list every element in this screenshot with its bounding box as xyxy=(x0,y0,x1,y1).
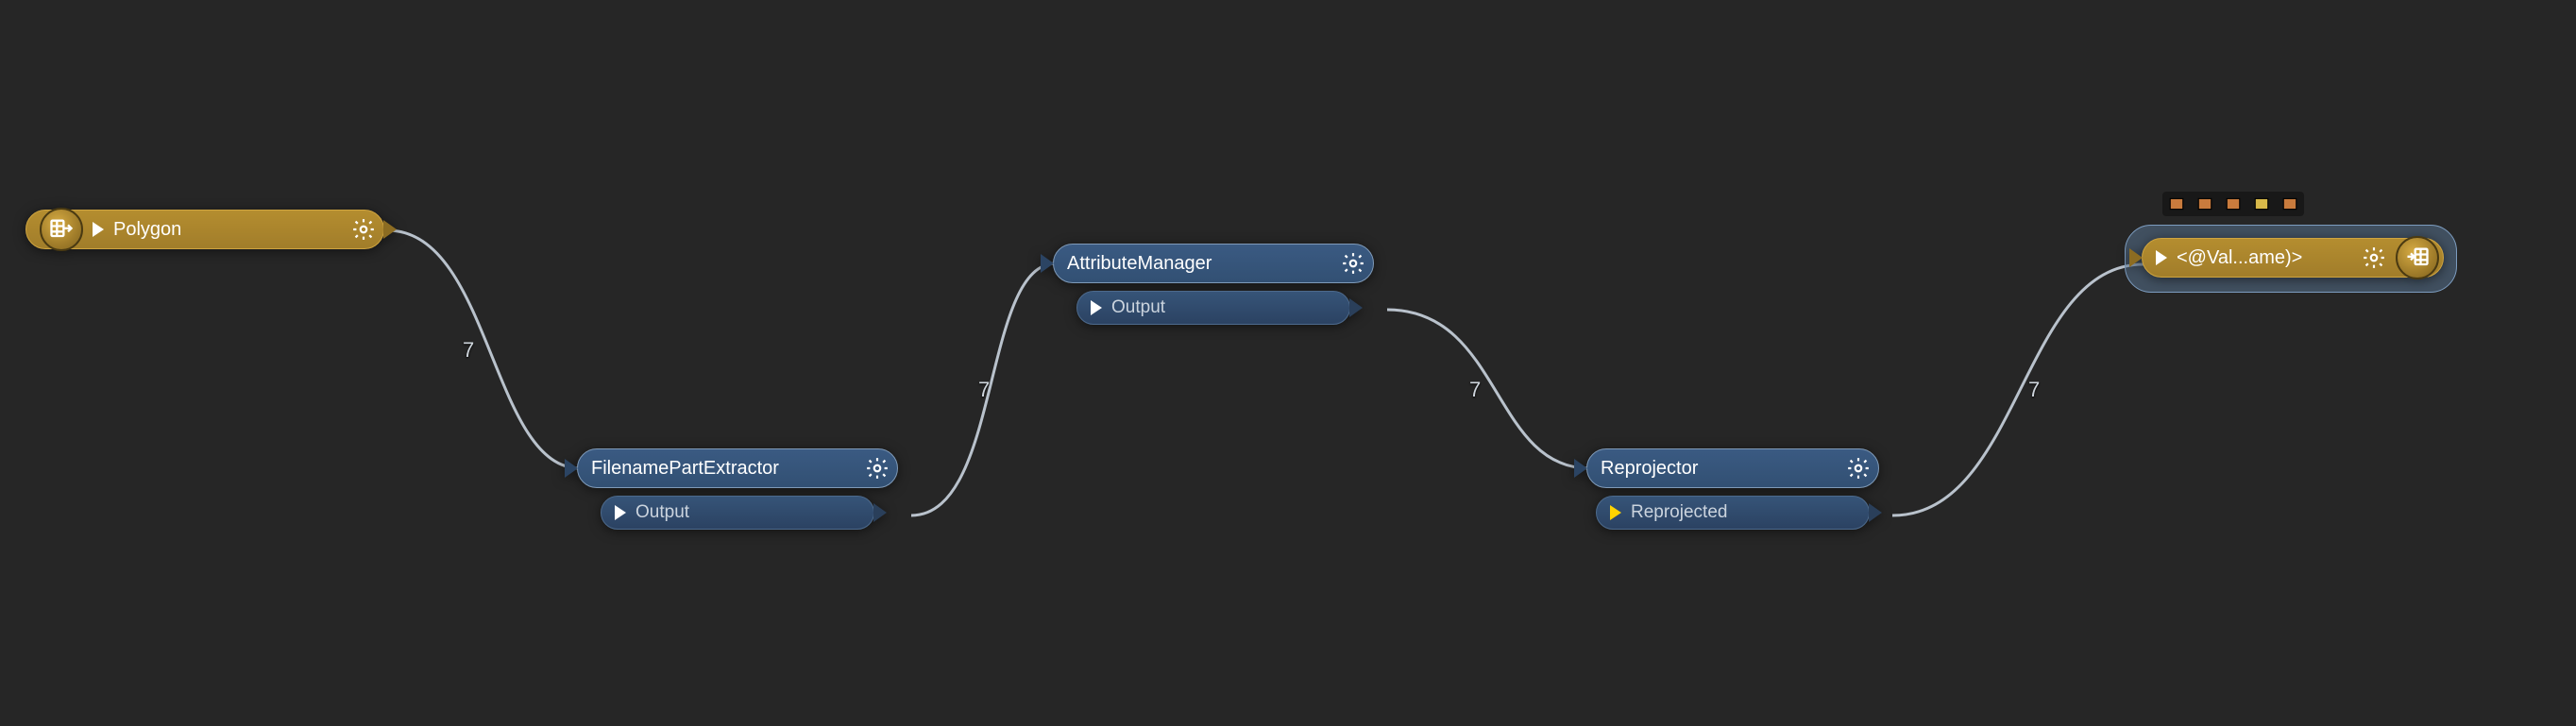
transformer-title: FilenamePartExtractor xyxy=(591,458,856,480)
port-label: Output xyxy=(636,502,689,523)
writer-dataset-icon xyxy=(2396,236,2439,279)
gear-icon[interactable] xyxy=(865,456,890,481)
transformer-filenamepartextractor[interactable]: FilenamePartExtractor Output xyxy=(577,448,898,530)
feature-icon xyxy=(2168,195,2185,212)
gear-icon[interactable] xyxy=(1846,456,1871,481)
wire-rp-writer xyxy=(1892,264,2144,515)
input-nub[interactable] xyxy=(1041,254,1054,273)
gear-icon[interactable] xyxy=(351,217,376,242)
edge-count-3: 7 xyxy=(1469,378,1481,402)
transformer-title: Reprojector xyxy=(1601,458,1837,480)
edge-count-2: 7 xyxy=(978,378,990,402)
wire-fpe-am xyxy=(911,263,1056,515)
connections-layer xyxy=(0,0,2576,726)
expand-icon xyxy=(1091,300,1102,315)
feature-icon xyxy=(2253,195,2270,212)
expand-icon xyxy=(2156,250,2167,265)
port-label: Output xyxy=(1111,297,1165,318)
writer-title: <@Val...ame)> xyxy=(2177,247,2352,269)
wire-reader-fpe xyxy=(387,230,580,468)
transformer-header[interactable]: AttributeManager xyxy=(1053,244,1374,283)
feature-icon xyxy=(2225,195,2242,212)
wire-am-rp xyxy=(1387,310,1589,468)
transformer-header[interactable]: Reprojector xyxy=(1586,448,1879,488)
output-nub[interactable] xyxy=(1869,503,1882,522)
feature-icon xyxy=(2196,195,2213,212)
transformer-title: AttributeManager xyxy=(1067,253,1331,275)
output-nub[interactable] xyxy=(1349,298,1363,317)
expand-icon xyxy=(1610,505,1621,520)
writer-node[interactable]: <@Val...ame)> xyxy=(2142,238,2444,278)
output-nub[interactable] xyxy=(383,220,397,239)
reader-node-polygon[interactable]: Polygon xyxy=(25,210,384,249)
edge-count-4: 7 xyxy=(2028,378,2040,402)
transformer-header[interactable]: FilenamePartExtractor xyxy=(577,448,898,488)
transformer-attributemanager[interactable]: AttributeManager Output xyxy=(1053,244,1374,325)
reader-header[interactable]: Polygon xyxy=(25,210,384,249)
edge-count-1: 7 xyxy=(463,338,474,363)
reader-dataset-icon xyxy=(40,208,83,251)
input-nub[interactable] xyxy=(565,459,578,478)
expand-icon xyxy=(615,505,626,520)
gear-icon[interactable] xyxy=(2362,245,2386,270)
gear-icon[interactable] xyxy=(1341,251,1365,276)
reader-title: Polygon xyxy=(113,219,342,241)
input-nub[interactable] xyxy=(1574,459,1587,478)
output-port-reprojected[interactable]: Reprojected xyxy=(1596,496,1870,530)
transformer-reprojector[interactable]: Reprojector Reprojected xyxy=(1586,448,1879,530)
output-port[interactable]: Output xyxy=(1076,291,1350,325)
writer-header[interactable]: <@Val...ame)> xyxy=(2142,238,2444,278)
port-label: Reprojected xyxy=(1631,502,1727,523)
feature-type-icons xyxy=(2162,192,2304,216)
output-nub[interactable] xyxy=(873,503,887,522)
expand-icon xyxy=(93,222,104,237)
output-port[interactable]: Output xyxy=(601,496,874,530)
feature-icon xyxy=(2281,195,2298,212)
